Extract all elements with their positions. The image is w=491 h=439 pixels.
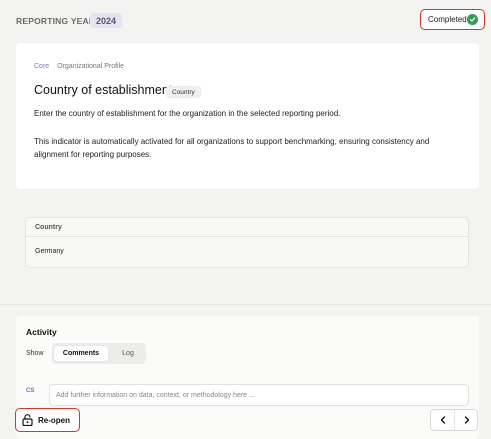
section-divider <box>0 304 491 305</box>
answer-table: Country Germany <box>25 217 469 268</box>
tab-comments[interactable]: Comments <box>54 346 108 361</box>
activity-filter-toggle: Comments Log <box>52 343 146 364</box>
top-bar: REPORTING YEAR 2024 Completed <box>0 0 491 42</box>
answer-column-header: Country <box>26 218 468 237</box>
previous-button[interactable] <box>431 410 455 430</box>
status-badge[interactable]: Completed <box>420 9 485 30</box>
breadcrumb: Core Organizational Profile <box>34 63 124 70</box>
reopen-button[interactable]: Re-open <box>15 408 80 432</box>
indicator-note: This indicator is automatically activate… <box>34 137 430 159</box>
indicator-card: Core Organizational Profile Country of e… <box>16 43 479 189</box>
reporting-year-selector[interactable]: 2024 <box>90 13 122 28</box>
indicator-description: Enter the country of establishment for t… <box>34 109 341 118</box>
unlock-icon <box>22 414 33 426</box>
chevron-right-icon <box>464 416 470 424</box>
next-button[interactable] <box>455 410 479 430</box>
indicator-tag: Country <box>166 86 201 98</box>
reporting-year-label: REPORTING YEAR <box>16 16 96 26</box>
reopen-label: Re-open <box>38 415 70 425</box>
tab-log[interactable]: Log <box>112 346 144 361</box>
activity-panel: Activity Show Comments Log CS Add furthe… <box>16 316 479 439</box>
breadcrumb-category[interactable]: Core <box>34 63 49 70</box>
pagination-controls <box>430 409 478 431</box>
comment-input[interactable]: Add further information on data, context… <box>49 384 469 406</box>
check-circle-icon <box>467 14 478 25</box>
chevron-left-icon <box>440 416 445 424</box>
avatar: CS <box>26 388 35 394</box>
show-label: Show <box>26 350 44 357</box>
breadcrumb-section[interactable]: Organizational Profile <box>57 63 124 70</box>
status-label: Completed <box>428 15 467 24</box>
indicator-title: Country of establishment <box>34 83 173 97</box>
country-value[interactable]: Germany <box>26 237 468 255</box>
activity-title: Activity <box>26 327 57 337</box>
